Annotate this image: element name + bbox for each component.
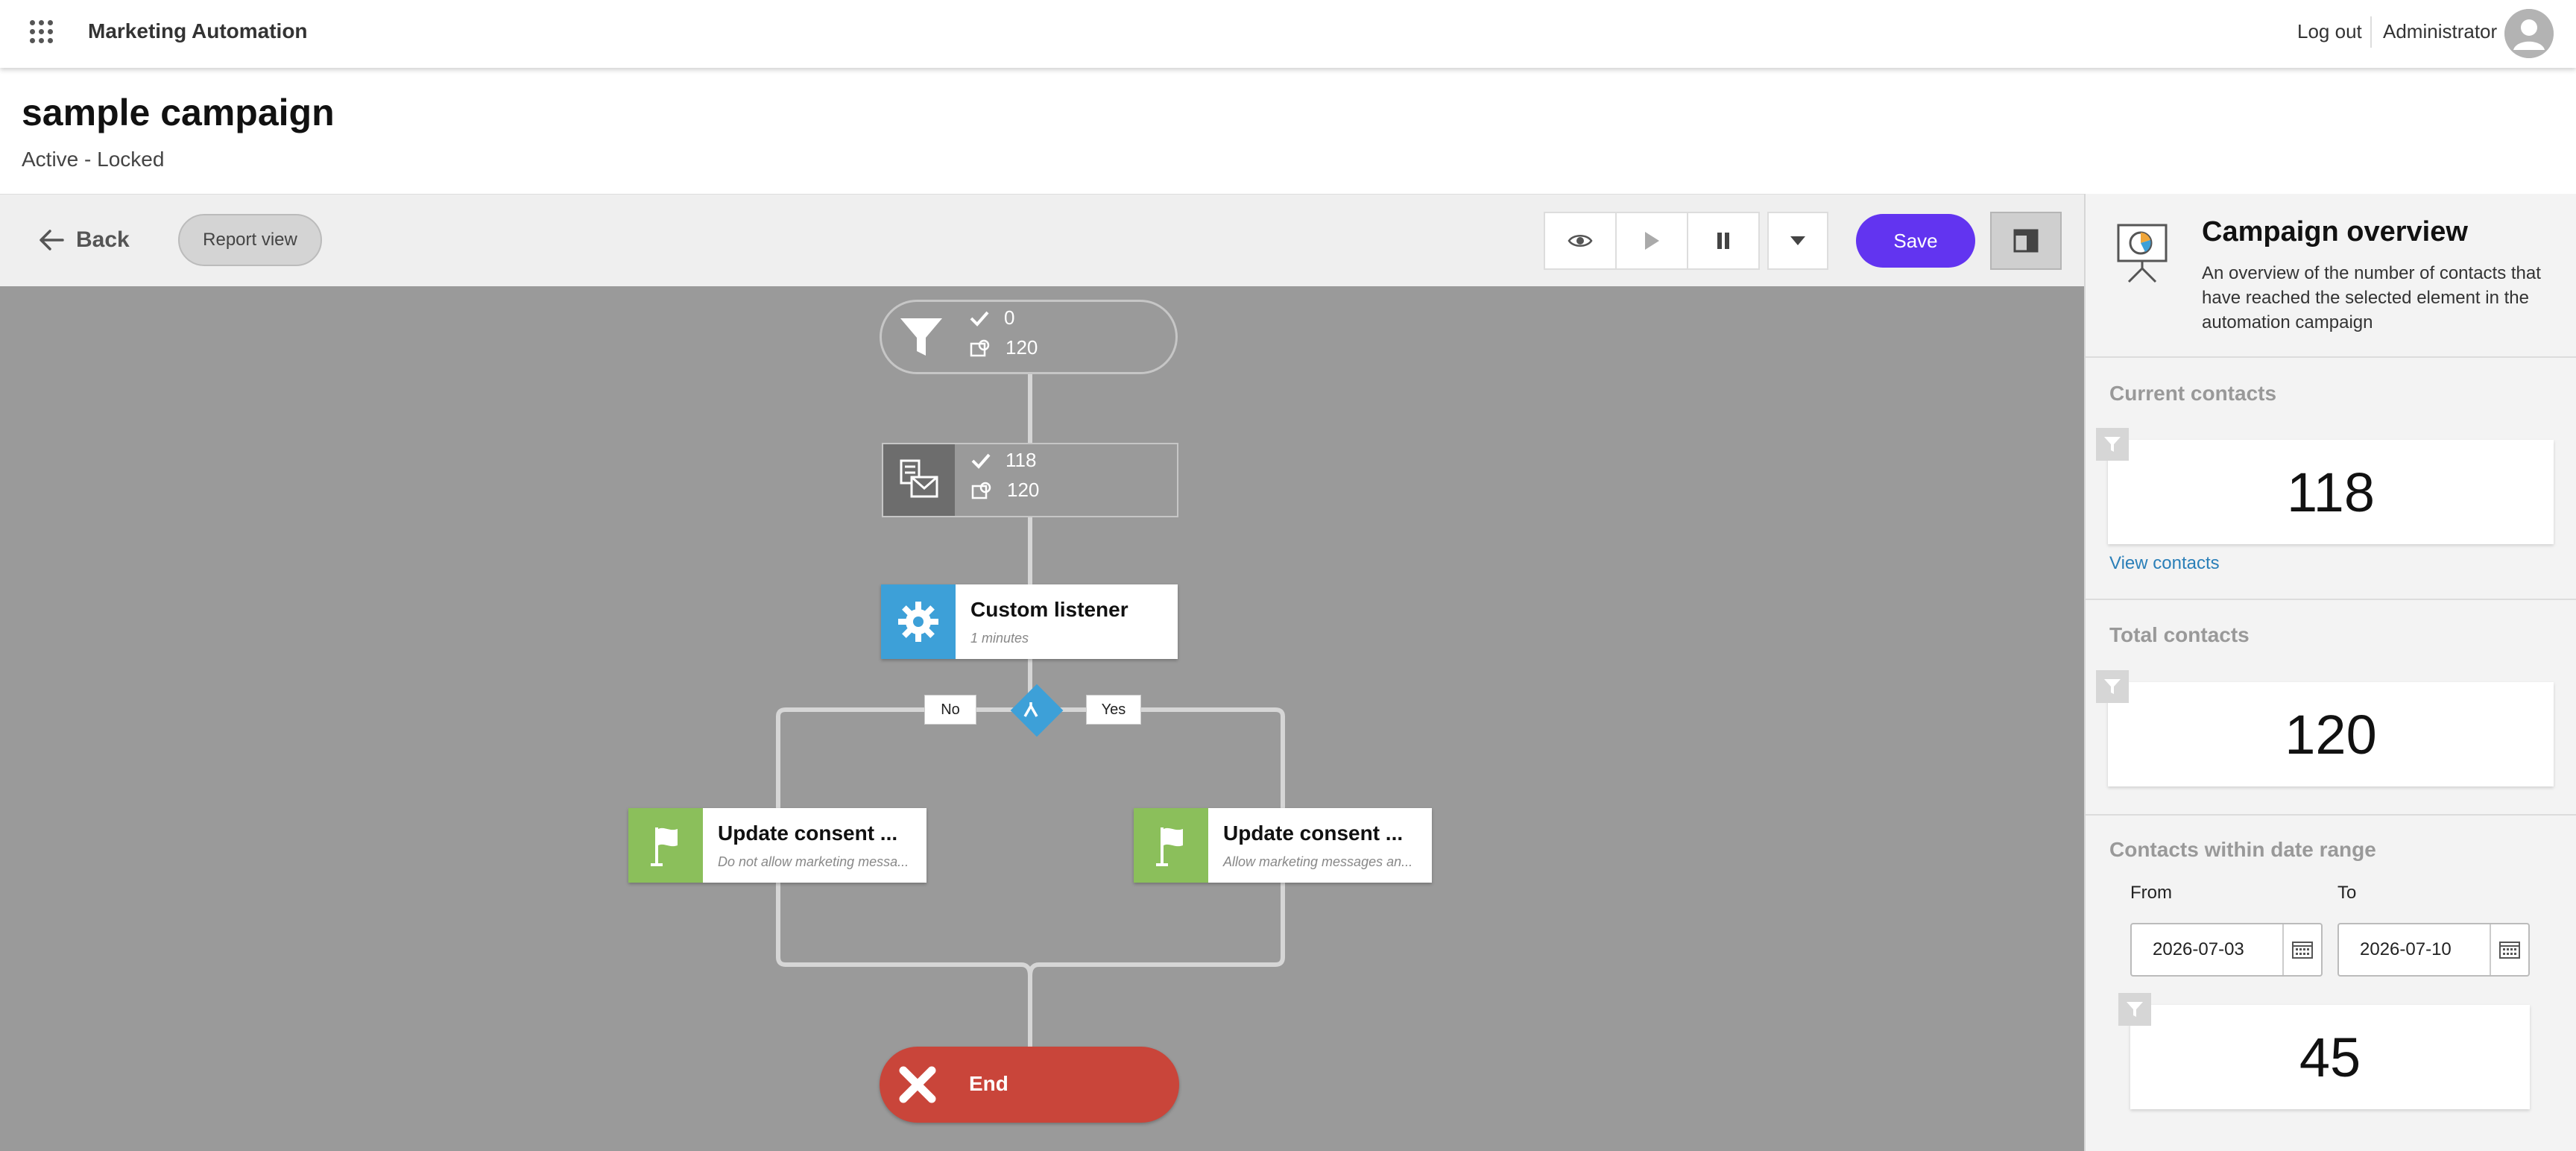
to-date-field[interactable]	[2337, 923, 2530, 977]
panel-layout-icon	[2013, 229, 2039, 253]
branch-yes-label: Yes	[1086, 695, 1141, 725]
panel-title: Campaign overview	[2202, 216, 2468, 247]
total-contacts-title: Total contacts	[2109, 623, 2250, 646]
campaign-overview-panel: Campaign overview An overview of the num…	[2084, 194, 2576, 1151]
node-subtitle: Allow marketing messages an...	[1223, 854, 1413, 869]
eye-icon	[1568, 235, 1593, 247]
presentation-chart-icon	[2117, 224, 2168, 283]
back-label: Back	[76, 227, 130, 252]
arrow-left-icon	[40, 230, 64, 250]
email-completed-count: 118	[1006, 449, 1037, 471]
top-bar: Marketing Automation Log out Administrat…	[0, 0, 2576, 68]
end-node[interactable]: End	[880, 1047, 1179, 1123]
pause-icon	[1717, 233, 1729, 249]
contacts-icon	[971, 482, 991, 499]
node-subtitle: 1 minutes	[970, 631, 1029, 646]
preview-button[interactable]	[1545, 213, 1617, 268]
campaign-status: Active - Locked	[22, 148, 165, 171]
calendar-icon[interactable]	[2490, 924, 2528, 975]
divider	[2086, 814, 2576, 816]
update-consent-node-no[interactable]: Update consent ... Do not allow marketin…	[628, 808, 926, 883]
funnel-icon	[900, 318, 942, 356]
from-label: From	[2130, 883, 2172, 903]
save-button[interactable]: Save	[1856, 214, 1975, 268]
flow-canvas[interactable]: 0 120 118 120 Custom listener 1 minutes …	[0, 286, 2084, 1151]
report-view-button[interactable]: Report view	[178, 214, 322, 266]
email-icon	[883, 444, 955, 516]
filter-icon[interactable]	[2118, 993, 2151, 1026]
date-range-title: Contacts within date range	[2109, 838, 2376, 861]
avatar[interactable]	[2504, 9, 2554, 58]
branch-no-label: No	[924, 695, 976, 725]
update-consent-node-yes[interactable]: Update consent ... Allow marketing messa…	[1134, 808, 1432, 883]
to-date-input[interactable]	[2339, 924, 2488, 975]
app-title: Marketing Automation	[88, 19, 308, 42]
end-label: End	[969, 1072, 1008, 1095]
divider	[2370, 16, 2372, 48]
node-title: Custom listener	[970, 598, 1128, 621]
node-title: Update consent ...	[718, 822, 898, 845]
filter-icon[interactable]	[2096, 670, 2129, 703]
chevron-down-icon	[1790, 236, 1805, 245]
node-subtitle: Do not allow marketing messa...	[718, 854, 909, 869]
close-icon	[899, 1066, 936, 1103]
total-contacts-value: 120	[2108, 682, 2554, 786]
more-options-dropdown[interactable]	[1767, 212, 1828, 270]
panel-description: An overview of the number of contacts th…	[2202, 263, 2541, 332]
view-contacts-link[interactable]: View contacts	[2109, 553, 2220, 574]
to-label: To	[2337, 883, 2357, 903]
play-button[interactable]	[1617, 213, 1688, 268]
entry-completed-count: 0	[1004, 306, 1015, 329]
filter-icon[interactable]	[2096, 428, 2129, 461]
toolbar: Back Report view Save	[0, 194, 2084, 288]
current-contacts-title: Current contacts	[2109, 382, 2277, 405]
play-icon	[1645, 232, 1659, 250]
divider	[2086, 356, 2576, 358]
page-title: sample campaign	[22, 92, 335, 133]
toggle-panel-button[interactable]	[1990, 212, 2062, 270]
checkmark-icon	[971, 453, 991, 469]
contacts-icon	[970, 339, 990, 356]
email-total-count: 120	[1007, 479, 1040, 501]
custom-listener-node[interactable]: Custom listener 1 minutes	[881, 584, 1178, 659]
checkmark-icon	[970, 311, 989, 327]
date-range-contacts-value: 45	[2130, 1005, 2530, 1109]
user-name[interactable]: Administrator	[2383, 20, 2497, 43]
from-date-field[interactable]	[2130, 923, 2323, 977]
entry-total-count: 120	[1006, 336, 1038, 359]
gear-icon	[881, 584, 956, 659]
calendar-icon[interactable]	[2282, 924, 2321, 975]
divider	[2086, 599, 2576, 600]
back-button[interactable]: Back	[39, 227, 130, 253]
node-title: Update consent ...	[1223, 822, 1404, 845]
entry-filter-node[interactable]: 0 120	[880, 300, 1178, 374]
playback-controls	[1544, 212, 1760, 270]
split-arrow-icon	[1023, 702, 1038, 717]
app-launcher-icon[interactable]	[30, 20, 54, 44]
flag-icon	[628, 808, 703, 883]
email-node[interactable]: 118 120	[882, 443, 1178, 517]
pause-button[interactable]	[1688, 213, 1758, 268]
flag-icon	[1134, 808, 1208, 883]
current-contacts-value: 118	[2108, 440, 2554, 544]
logout-link[interactable]: Log out	[2297, 20, 2362, 43]
from-date-input[interactable]	[2132, 924, 2281, 975]
